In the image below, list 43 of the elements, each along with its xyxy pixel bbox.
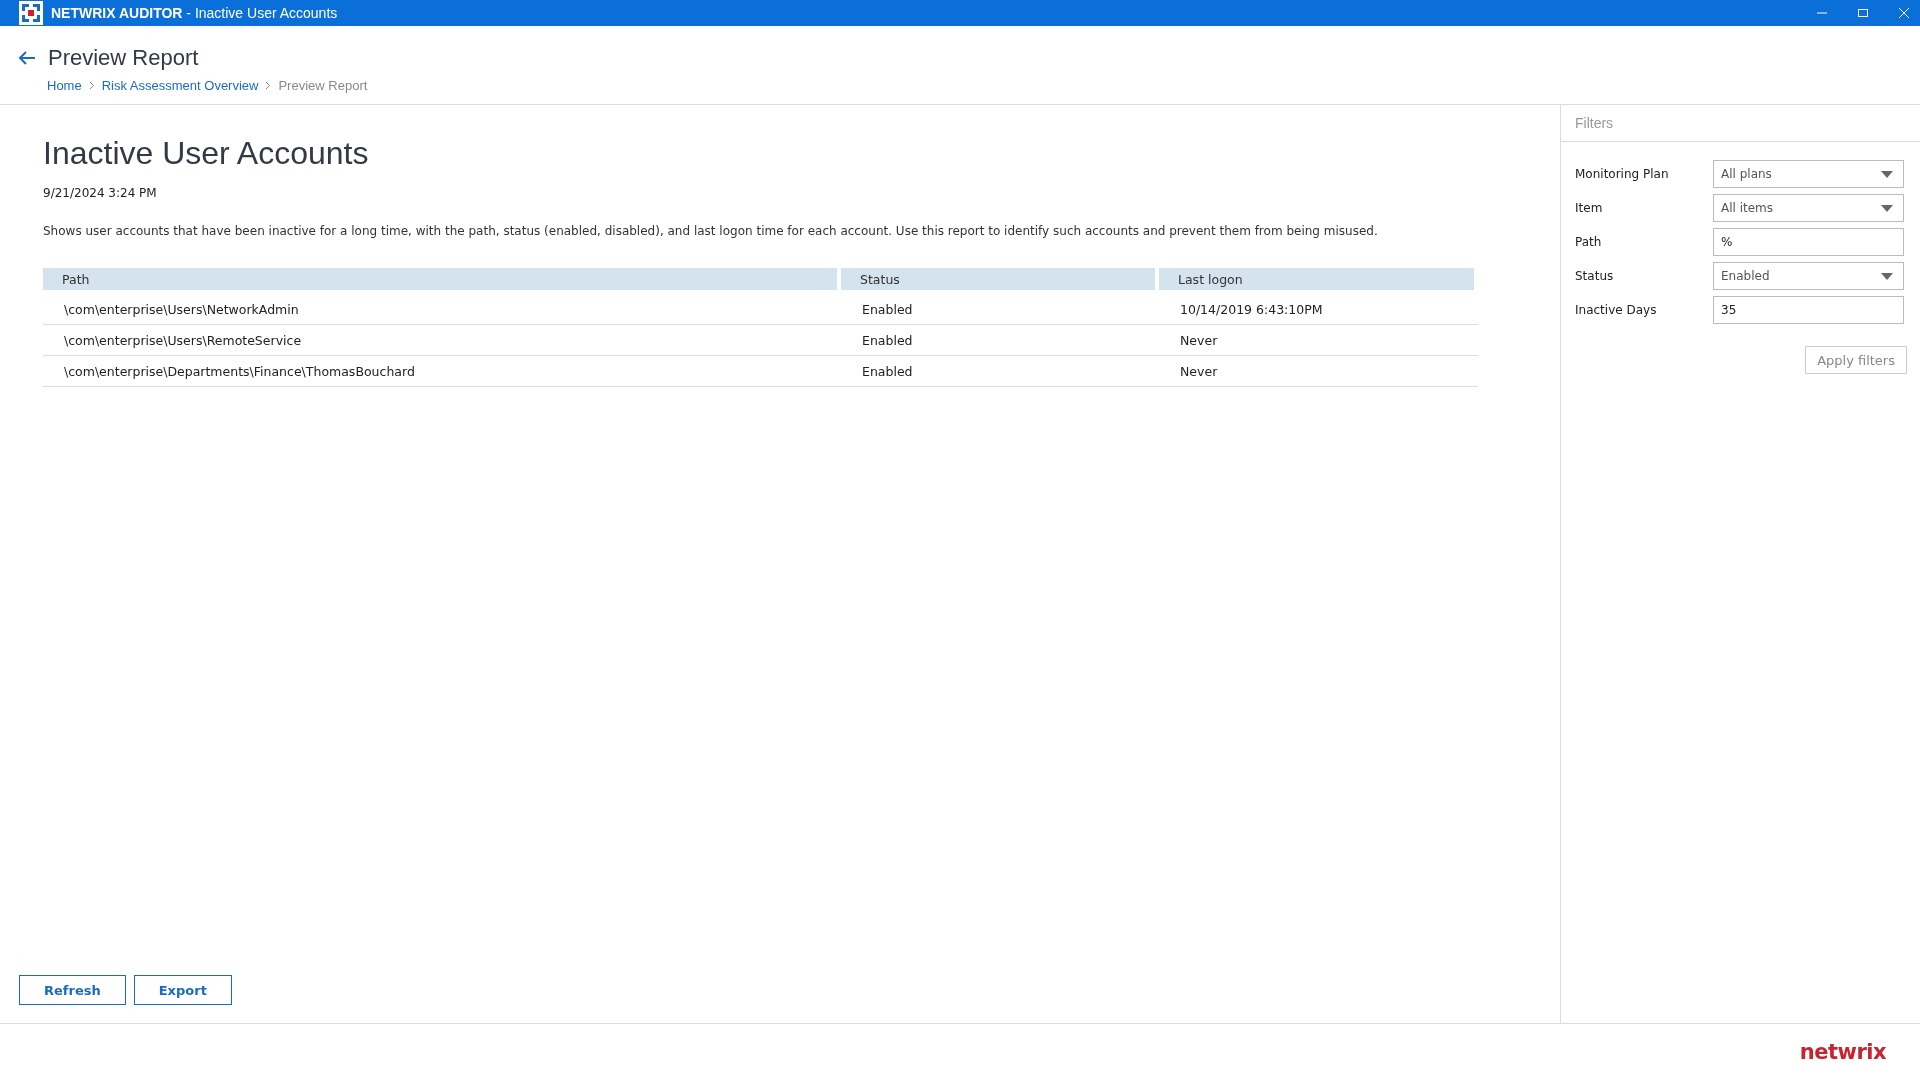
filter-label: Monitoring Plan (1575, 167, 1670, 181)
breadcrumb-link[interactable]: Risk Assessment Overview (101, 78, 259, 93)
dropdown-caret-icon (1881, 272, 1893, 280)
filter-label: Item (1575, 201, 1604, 215)
breadcrumb-link[interactable]: Home (47, 78, 82, 93)
filters-title: Filters (1561, 105, 1920, 142)
page-title: Preview Report (48, 45, 199, 71)
dropdown-field[interactable]: All items (1713, 194, 1904, 222)
back-button[interactable] (18, 50, 36, 66)
input-field[interactable]: 35 (1713, 296, 1904, 324)
dropdown-field[interactable]: Enabled (1713, 262, 1904, 290)
filter-label: Inactive Days (1575, 303, 1658, 317)
table-cell: \com\enterprise\Users\RemoteService (43, 325, 841, 356)
table-cell: Never (1159, 356, 1478, 387)
column-header: Status (841, 268, 1155, 290)
close-icon (1897, 7, 1910, 19)
apply-filters-button[interactable]: Apply filters (1805, 346, 1907, 374)
window-title: NETWRIX AUDITOR - Inactive User Accounts (51, 5, 339, 21)
table-cell: 10/14/2019 6:43:10PM (1159, 294, 1478, 325)
table-cell: Enabled (841, 325, 1159, 356)
dropdown-field[interactable]: All plans (1713, 160, 1904, 188)
dropdown-caret-icon (1881, 170, 1893, 178)
chevron-right-icon (88, 81, 95, 90)
table-cell: Never (1159, 325, 1478, 356)
dropdown-caret-icon (1881, 204, 1893, 212)
breadcrumb-current-page: Preview Report (278, 78, 368, 93)
maximize-icon (1856, 7, 1869, 19)
table-cell: Enabled (841, 294, 1159, 325)
table-cell: Enabled (841, 356, 1159, 387)
chevron-right-icon (265, 81, 272, 90)
filter-label: Path (1575, 235, 1603, 249)
table-cell: \com\enterprise\Users\NetworkAdmin (43, 294, 841, 325)
report-date: 9/21/2024 3:24 PM (43, 186, 158, 200)
report-description: Shows user accounts that have been inactive for a long time, with the path, status (enabled, disabled), and last logon time for each account. Use this report to identify such accounts and prevent them from being misused. (43, 224, 1379, 238)
table-cell: \com\enterprise\Departments\Finance\ThomasBouchard (43, 356, 841, 387)
column-header: Last logon (1159, 268, 1474, 290)
action-button[interactable]: Export (133, 975, 232, 1005)
filter-label: Status (1575, 269, 1615, 283)
action-button[interactable]: Refresh (19, 975, 126, 1005)
report-title: Inactive User Accounts (43, 135, 370, 172)
input-field[interactable]: % (1713, 228, 1904, 256)
column-header: Path (43, 268, 837, 290)
brand-logo: netwrix (1799, 1040, 1886, 1064)
